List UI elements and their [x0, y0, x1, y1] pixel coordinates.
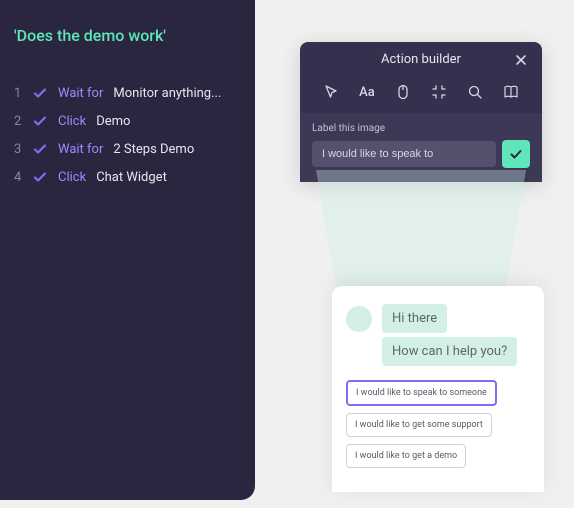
step-row[interactable]: 4 Click Chat Widget: [14, 169, 241, 185]
step-row[interactable]: 3 Wait for 2 Steps Demo: [14, 141, 241, 157]
step-target: Demo: [96, 114, 130, 129]
book-icon[interactable]: [502, 83, 520, 101]
avatar: [346, 306, 372, 332]
step-number: 1: [14, 86, 22, 101]
step-target: 2 Steps Demo: [113, 142, 194, 157]
input-label: Label this image: [312, 123, 530, 134]
chat-options: I would like to speak to someone I would…: [346, 380, 530, 474]
step-action: Click: [58, 170, 86, 185]
step-row[interactable]: 1 Wait for Monitor anything...: [14, 85, 241, 101]
check-icon: [32, 169, 48, 185]
chat-message: How can I help you?: [382, 337, 517, 366]
action-builder-header: Action builder: [300, 42, 542, 75]
step-target: Monitor anything...: [113, 86, 221, 101]
chat-option[interactable]: I would like to get some support: [346, 413, 492, 437]
action-builder-toolbar: Aa: [300, 75, 542, 113]
step-action: Wait for: [58, 86, 103, 101]
step-action: Wait for: [58, 142, 103, 157]
action-builder-title: Action builder: [328, 52, 514, 67]
step-row[interactable]: 2 Click Demo: [14, 113, 241, 129]
step-number: 4: [14, 170, 22, 185]
action-builder-panel: Action builder Aa Label this image: [300, 42, 542, 182]
check-icon: [32, 113, 48, 129]
sidebar: 'Does the demo work' 1 Wait for Monitor …: [0, 0, 255, 500]
chat-message: Hi there: [382, 304, 447, 333]
step-action: Click: [58, 114, 86, 129]
step-target: Chat Widget: [96, 170, 167, 185]
step-number: 3: [14, 142, 22, 157]
step-number: 2: [14, 114, 22, 129]
chat-header: Hi there How can I help you?: [346, 304, 530, 370]
search-icon[interactable]: [466, 83, 484, 101]
confirm-button[interactable]: [502, 140, 530, 168]
test-title: 'Does the demo work': [14, 26, 241, 45]
mouse-icon[interactable]: [394, 83, 412, 101]
close-icon[interactable]: [514, 53, 528, 67]
label-input[interactable]: [312, 141, 496, 167]
chat-widget: Hi there How can I help you? I would lik…: [332, 286, 544, 492]
collapse-icon[interactable]: [430, 83, 448, 101]
check-icon: [32, 85, 48, 101]
chat-option-selected[interactable]: I would like to speak to someone: [346, 380, 497, 406]
cursor-icon[interactable]: [322, 83, 340, 101]
input-row: [312, 140, 530, 168]
text-icon[interactable]: Aa: [358, 83, 376, 101]
action-builder-body: Label this image: [300, 113, 542, 182]
chat-bubbles: Hi there How can I help you?: [382, 304, 530, 370]
chat-option[interactable]: I would like to get a demo: [346, 444, 466, 468]
check-icon: [32, 141, 48, 157]
